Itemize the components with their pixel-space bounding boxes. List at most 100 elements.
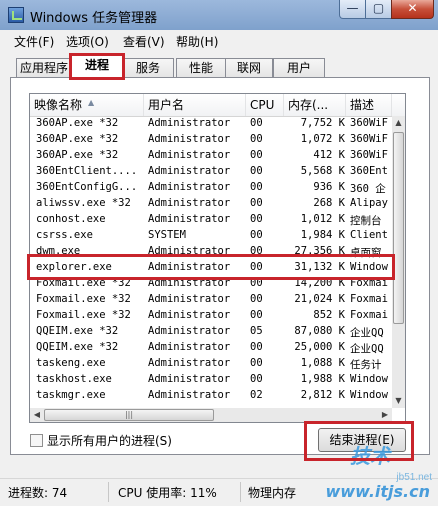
process-row[interactable]: 360EntClient.... Administrator 00 5,568 K 36… — [30, 164, 392, 180]
process-name: Foxmail.exe *32 — [36, 309, 131, 321]
process-row[interactable]: 360AP.exe *32 Administrator 00 7,752 K 360Wi… — [30, 116, 392, 132]
menu-file[interactable]: 文件(F) — [14, 33, 54, 50]
process-row[interactable]: QQEIM.exe *32 Administrator 00 25,000 K 企业QQ — [30, 340, 392, 356]
menu-bar: 文件(F) 选项(O) 查看(V) 帮助(H) — [0, 30, 438, 50]
process-memory: 7,752 K — [300, 117, 345, 129]
process-user: Administrator — [148, 341, 231, 353]
process-memory: 2,812 K — [300, 389, 345, 401]
process-memory: 1,072 K — [300, 133, 345, 145]
process-user: Administrator — [148, 261, 231, 273]
menu-view[interactable]: 查看(V) — [123, 33, 165, 50]
vertical-scroll-thumb[interactable] — [393, 132, 404, 324]
tab-services[interactable]: 服务 — [122, 58, 174, 78]
process-row[interactable]: QQEIM.exe *32 Administrator 05 87,080 K 企业QQ — [30, 324, 392, 340]
process-row[interactable]: explorer.exe Administrator 00 31,132 K Windo… — [30, 260, 392, 276]
process-row[interactable]: dwm.exe Administrator 00 27,356 K 桌面窗 — [30, 244, 392, 260]
process-row[interactable]: 360AP.exe *32 Administrator 00 412 K 360WiF — [30, 148, 392, 164]
process-row[interactable]: aliwssv.exe *32 Administrator 00 268 K Alipa… — [30, 196, 392, 212]
process-description: Window — [350, 261, 388, 273]
process-description: 360WiF — [350, 133, 388, 145]
process-row[interactable]: Foxmail.exe *32 Administrator 00 21,024 K Fo… — [30, 292, 392, 308]
show-all-users-checkbox[interactable]: 显示所有用户的进程(S) — [30, 432, 172, 449]
process-description: Window — [350, 373, 388, 385]
close-button[interactable]: ✕ — [391, 0, 434, 19]
horizontal-scroll-thumb[interactable]: ||| — [44, 409, 214, 421]
process-row[interactable]: Foxmail.exe *32 Administrator 00 14,200 K Fo… — [30, 276, 392, 292]
process-name: 360EntClient.... — [36, 165, 138, 177]
process-memory: 1,988 K — [300, 373, 345, 385]
process-user: Administrator — [148, 149, 231, 161]
process-memory: 268 K — [313, 197, 345, 209]
menu-help[interactable]: 帮助(H) — [176, 33, 218, 50]
column-user-name[interactable]: 用户名 — [144, 94, 246, 116]
column-memory[interactable]: 内存(... — [284, 94, 346, 116]
process-row[interactable]: taskeng.exe Administrator 00 1,088 K 任务计 — [30, 356, 392, 372]
process-user: Administrator — [148, 357, 231, 369]
tab-performance[interactable]: 性能 — [176, 58, 226, 78]
title-bar[interactable]: Windows 任务管理器 — ▢ ✕ — [0, 0, 438, 30]
process-cpu: 00 — [250, 213, 263, 225]
process-name: Foxmail.exe *32 — [36, 293, 131, 305]
scroll-right-arrow-icon[interactable]: ▶ — [378, 408, 392, 422]
scroll-left-arrow-icon[interactable]: ◀ — [30, 408, 44, 422]
tab-users[interactable]: 用户 — [273, 58, 325, 78]
process-row[interactable]: 360EntConfigG... Administrator 00 936 K 360 … — [30, 180, 392, 196]
column-image-name[interactable]: 映像名称 ▲ — [30, 94, 144, 116]
process-row[interactable]: Foxmail.exe *32 Administrator 00 852 K Foxma… — [30, 308, 392, 324]
process-name: conhost.exe — [36, 213, 106, 225]
horizontal-scrollbar[interactable]: ◀ ||| ▶ — [30, 408, 392, 422]
process-description: 企业QQ — [350, 327, 384, 339]
process-description: Alipay — [350, 197, 388, 209]
process-row[interactable]: taskmgr.exe Administrator 02 2,812 K Window — [30, 388, 392, 404]
process-row[interactable]: conhost.exe Administrator 00 1,012 K 控制台 — [30, 212, 392, 228]
process-row[interactable]: taskhost.exe Administrator 00 1,988 K Window — [30, 372, 392, 388]
column-cpu[interactable]: CPU — [246, 94, 284, 116]
menu-options[interactable]: 选项(O) — [66, 33, 109, 50]
column-description[interactable]: 描述 — [346, 94, 392, 116]
process-name: aliwssv.exe *32 — [36, 197, 131, 209]
scroll-up-arrow-icon[interactable]: ▲ — [392, 116, 405, 130]
tab-networking[interactable]: 联网 — [225, 58, 273, 78]
minimize-button[interactable]: — — [339, 0, 366, 19]
tab-processes[interactable]: 进程 — [71, 54, 123, 79]
process-name: 360AP.exe *32 — [36, 133, 119, 145]
checkbox-box[interactable] — [30, 434, 43, 447]
vertical-scrollbar[interactable]: ▲ ▼ — [392, 116, 405, 408]
process-name: QQEIM.exe *32 — [36, 341, 119, 353]
process-name: explorer.exe — [36, 261, 112, 273]
process-user: Administrator — [148, 245, 231, 257]
process-description: Window — [350, 389, 388, 401]
process-user: Administrator — [148, 277, 231, 289]
process-memory: 31,132 K — [294, 261, 345, 273]
maximize-button[interactable]: ▢ — [365, 0, 392, 19]
tab-applications[interactable]: 应用程序 — [16, 58, 72, 78]
process-memory: 936 K — [313, 181, 345, 193]
process-cpu: 00 — [250, 197, 263, 209]
process-row[interactable]: csrss.exe SYSTEM 00 1,984 K Client — [30, 228, 392, 244]
process-cpu: 00 — [250, 181, 263, 193]
process-description: 控制台 — [350, 215, 382, 227]
process-user: Administrator — [148, 309, 231, 321]
process-memory: 412 K — [313, 149, 345, 161]
process-cpu: 00 — [250, 309, 263, 321]
process-description: Foxmai — [350, 293, 388, 305]
process-list[interactable]: 映像名称 ▲ 用户名 CPU 内存(... 描述 360AP.exe *32 Ad… — [29, 93, 406, 423]
process-cpu: 00 — [250, 293, 263, 305]
status-cpu-usage: CPU 使用率: 11% — [118, 486, 217, 500]
show-all-users-label: 显示所有用户的进程(S) — [47, 434, 172, 448]
status-physical-memory: 物理内存 — [248, 486, 297, 500]
process-user: Administrator — [148, 117, 231, 129]
scroll-down-arrow-icon[interactable]: ▼ — [392, 394, 405, 408]
window-title: Windows 任务管理器 — [30, 11, 158, 26]
process-memory: 852 K — [313, 309, 345, 321]
process-name: Foxmail.exe *32 — [36, 277, 131, 289]
process-memory: 5,568 K — [300, 165, 345, 177]
process-user: Administrator — [148, 373, 231, 385]
watermark-brand: 技术 — [350, 444, 390, 468]
process-description: 桌面窗 — [350, 247, 382, 259]
process-user: Administrator — [148, 197, 231, 209]
process-memory: 14,200 K — [294, 277, 345, 289]
process-row[interactable]: 360AP.exe *32 Administrator 00 1,072 K 360Wi… — [30, 132, 392, 148]
process-name: 360AP.exe *32 — [36, 117, 119, 129]
sort-ascending-icon: ▲ — [88, 98, 95, 107]
